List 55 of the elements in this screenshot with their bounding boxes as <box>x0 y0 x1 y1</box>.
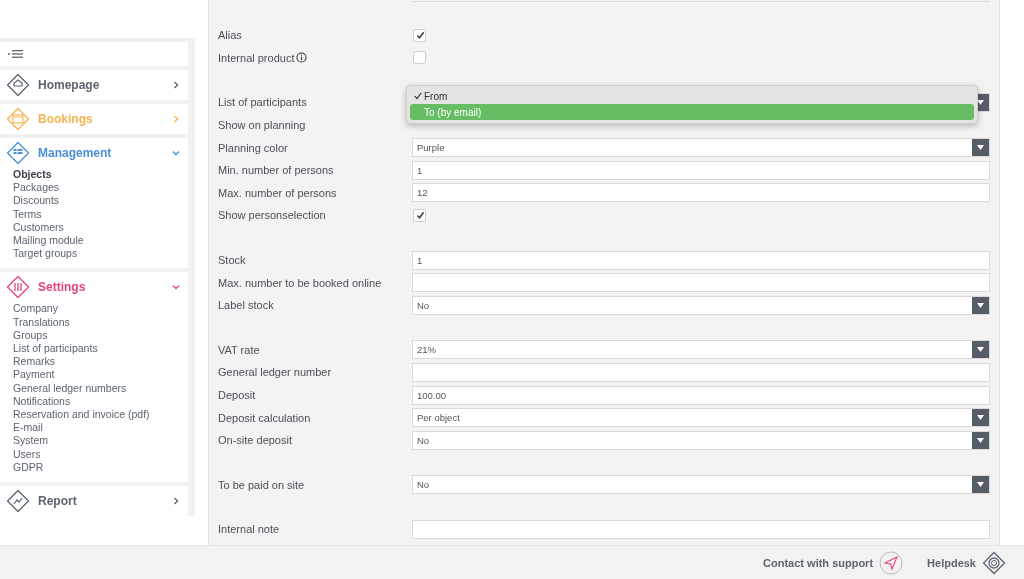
select-field[interactable]: No <box>412 430 990 450</box>
sidebar-item[interactable]: Company <box>13 302 188 316</box>
input-field[interactable]: 12 <box>412 183 990 203</box>
sidebar-section[interactable]: Management <box>0 138 188 168</box>
sidebar-section[interactable]: Settings <box>0 272 188 303</box>
input-field[interactable]: 100.00 <box>412 385 990 405</box>
sidebar-item[interactable]: System <box>13 434 188 448</box>
field-label: Max. number of persons <box>218 186 337 199</box>
field-label: Planning color <box>218 141 288 154</box>
field-label: Min. number of persons <box>218 164 334 177</box>
field-label: Alias <box>218 29 242 42</box>
sidebar-item[interactable]: E-mail <box>13 421 188 435</box>
field-label: General ledger number <box>218 366 332 379</box>
field-label: Label stock <box>218 299 274 312</box>
sidebar-item[interactable]: Customers <box>13 220 188 234</box>
select-field[interactable]: No <box>412 295 990 315</box>
sidebar-section[interactable]: Report <box>0 486 188 517</box>
sidebar-item[interactable]: Translations <box>13 315 188 329</box>
sidebar-item[interactable]: Target groups <box>13 247 188 261</box>
select-field[interactable]: 21% <box>412 340 990 360</box>
field-label: Internal note <box>218 523 280 536</box>
sidebar-item[interactable]: Reservation and invoice (pdf) <box>13 408 188 422</box>
field-label: Show personselection <box>218 209 326 222</box>
field-label: Deposit <box>218 389 256 401</box>
sidebar-item[interactable]: GDPR <box>13 460 188 475</box>
sidebar-item[interactable]: Remarks <box>13 355 188 369</box>
input-field[interactable]: 1 <box>412 160 990 180</box>
field-label: Deposit calculation <box>218 411 311 424</box>
sidebar-item[interactable]: List of participants <box>13 342 188 356</box>
sidebar-item[interactable]: Notifications <box>13 394 188 409</box>
field-label: VAT rate <box>218 343 260 356</box>
dropdown-option[interactable]: From <box>410 88 974 105</box>
field-label: Internal product <box>218 51 295 64</box>
sidebar-item[interactable]: Packages <box>13 181 188 195</box>
field-label: Stock <box>218 254 246 267</box>
select-field[interactable]: No <box>412 475 990 495</box>
sidebar-item[interactable]: Users <box>13 447 188 461</box>
field-label: Max. number to be booked online <box>218 276 382 289</box>
sidebar-item[interactable]: Terms <box>13 207 188 221</box>
input-field[interactable]: 1 <box>412 250 990 270</box>
field-label: List of participants <box>218 96 307 109</box>
field-label: Show on planning <box>218 119 306 132</box>
sidebar-item[interactable]: Groups <box>13 328 188 343</box>
field-label: To be paid on site <box>218 478 305 491</box>
sidebar-item[interactable]: Mailing module <box>13 234 188 248</box>
support-link[interactable]: Contact with support <box>763 550 904 575</box>
sidebar-item[interactable]: Payment <box>13 368 188 382</box>
sidebar-item[interactable]: General ledger numbers <box>13 381 188 395</box>
sidebar-item[interactable]: Discounts <box>13 194 188 208</box>
sidebar-section[interactable]: Homepage <box>0 70 188 100</box>
select-field[interactable]: Per object <box>412 408 990 428</box>
helpdesk-link[interactable]: Helpdesk <box>927 550 1006 575</box>
field-label: On-site deposit <box>218 434 292 447</box>
select-field[interactable]: Purple <box>412 138 990 158</box>
sidebar-item[interactable]: Objects <box>13 168 188 182</box>
